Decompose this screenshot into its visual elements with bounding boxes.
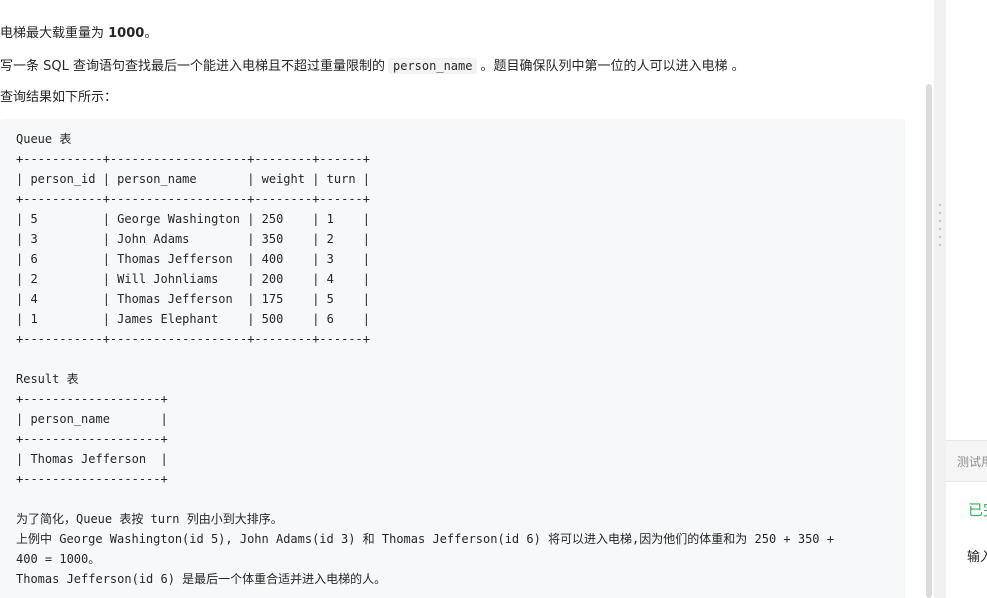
example-code-block: Queue 表 +-----------+-------------------… bbox=[0, 119, 905, 598]
grip-dot-icon bbox=[939, 220, 941, 222]
weight-limit-paragraph: 电梯最大载重量为 1000。 bbox=[0, 24, 157, 44]
example-code-text: Queue 表 +-----------+-------------------… bbox=[16, 132, 834, 586]
result-intro-paragraph: 查询结果如下所示： bbox=[0, 90, 118, 105]
tab-test-case[interactable]: 测试用 bbox=[957, 453, 987, 470]
pane-resize-handle[interactable] bbox=[934, 0, 946, 598]
input-label: 输入 bbox=[967, 550, 987, 565]
weight-limit-suffix: 。 bbox=[144, 26, 158, 41]
grip-dot-icon bbox=[939, 204, 941, 206]
grip-dot-icon bbox=[939, 236, 941, 238]
run-status-text: 已完 bbox=[968, 501, 987, 519]
task-paragraph: 写一条 SQL 查询语句查找最后一个能进入电梯且不超过重量限制的 person_n… bbox=[0, 56, 745, 77]
grip-dot-icon bbox=[939, 228, 941, 230]
grip-dot-icon bbox=[939, 244, 941, 246]
weight-limit-value: 1000 bbox=[108, 26, 145, 41]
inline-code-person-name: person_name bbox=[388, 58, 478, 74]
weight-limit-text: 电梯最大载重量为 bbox=[0, 26, 109, 41]
grip-dot-icon bbox=[939, 212, 941, 214]
test-result-panel: 测试用 已完 输入 bbox=[946, 0, 987, 598]
scrollbar-thumb[interactable] bbox=[926, 84, 932, 598]
problem-description-pane: 电梯最大载重量为 1000。 写一条 SQL 查询语句查找最后一个能进入电梯且不… bbox=[0, 0, 930, 598]
task-text: 写一条 SQL 查询语句查找最后一个能进入电梯且不超过重量限制的 bbox=[0, 59, 385, 74]
task-suffix: 。题目确保队列中第一位的人可以进入电梯 。 bbox=[480, 59, 745, 74]
